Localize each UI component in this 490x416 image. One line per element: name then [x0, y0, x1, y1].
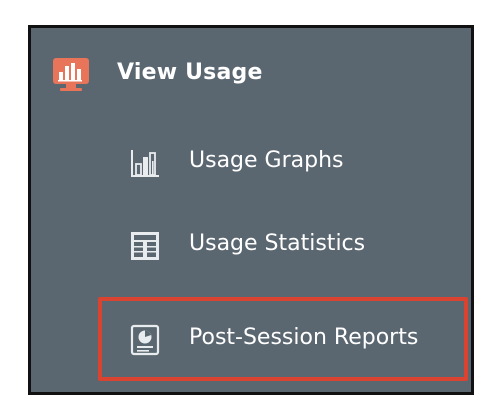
- menu-item-label: Usage Graphs: [189, 148, 344, 173]
- menu-item-label: Post-Session Reports: [189, 325, 419, 350]
- usage-menu-panel: View Usage Usage Graphs Usage Statistics…: [28, 25, 474, 395]
- report-icon: [129, 324, 161, 356]
- menu-item-post-session-reports[interactable]: Post-Session Reports: [31, 312, 471, 368]
- table-icon: [129, 230, 161, 262]
- bar-chart-icon: [129, 147, 161, 179]
- menu-item-usage-graphs[interactable]: Usage Graphs: [31, 135, 471, 191]
- view-usage-header[interactable]: View Usage: [31, 50, 471, 100]
- view-usage-label: View Usage: [117, 60, 263, 85]
- menu-item-label: Usage Statistics: [189, 231, 366, 256]
- usage-monitor-icon: [51, 54, 91, 94]
- menu-item-usage-statistics[interactable]: Usage Statistics: [31, 218, 471, 274]
